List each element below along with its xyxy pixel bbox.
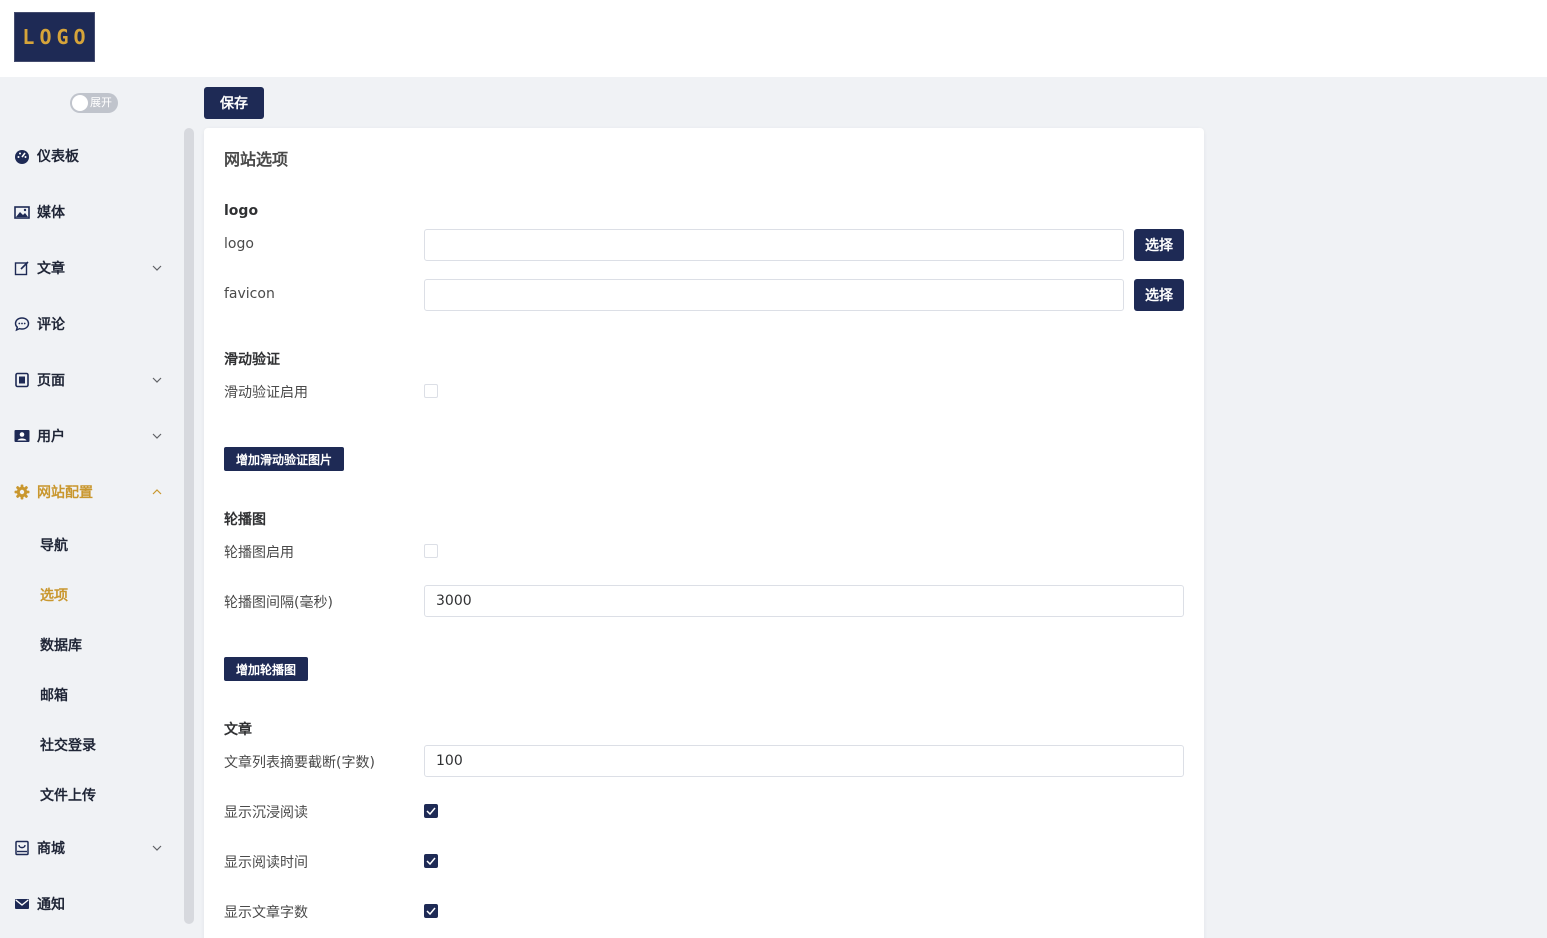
sidebar-item-label: 文章 <box>37 261 65 277</box>
sidebar-item-label: 网站配置 <box>37 485 93 501</box>
check-icon <box>426 807 436 815</box>
add-carousel-button[interactable]: 增加轮播图 <box>224 657 309 681</box>
immersive-reading-label: 显示沉浸阅读 <box>224 805 308 821</box>
toggle-knob <box>72 95 88 111</box>
sidebar-subitem-label: 数据库 <box>40 638 82 654</box>
carousel-interval-input[interactable]: 3000 <box>424 585 1184 617</box>
sidebar-expand-toggle[interactable]: 展开 <box>70 93 118 113</box>
sidebar-subitem-label: 邮箱 <box>40 688 68 704</box>
logo[interactable]: LOGO <box>14 12 95 62</box>
edit-icon <box>14 260 30 276</box>
dashboard-icon <box>14 148 30 164</box>
sidebar: 仪表板 媒体 文章 评论 页面 用户 网站配置 导航 选项 数据库 邮箱 社交登… <box>0 128 184 938</box>
sidebar-item-site-config[interactable]: 网站配置 <box>0 472 184 512</box>
comment-icon <box>14 316 30 332</box>
section-heading-article: 文章 <box>224 722 252 738</box>
section-heading-carousel: 轮播图 <box>224 512 266 528</box>
word-count-label: 显示文章字数 <box>224 905 308 921</box>
check-icon <box>426 907 436 915</box>
favicon-input[interactable] <box>424 279 1124 311</box>
sidebar-item-shop[interactable]: 商城 <box>0 828 184 868</box>
page-icon <box>14 372 30 388</box>
sidebar-scrollbar[interactable] <box>184 128 194 924</box>
sidebar-subitem-social-login[interactable]: 社交登录 <box>0 727 184 763</box>
word-count-checkbox[interactable] <box>424 904 438 918</box>
sidebar-item-notifications[interactable]: 通知 <box>0 884 184 924</box>
excerpt-length-label: 文章列表摘要截断(字数) <box>224 755 375 771</box>
gear-icon <box>14 484 30 500</box>
sidebar-subitem-label: 文件上传 <box>40 788 96 804</box>
reading-time-checkbox[interactable] <box>424 854 438 868</box>
mail-icon <box>14 896 30 912</box>
save-button[interactable]: 保存 <box>204 87 264 119</box>
sidebar-subitem-label: 社交登录 <box>40 738 96 754</box>
chevron-down-icon <box>151 842 163 854</box>
top-header: LOGO <box>0 0 1547 77</box>
add-slider-captcha-image-button[interactable]: 增加滑动验证图片 <box>224 447 345 471</box>
section-heading-logo: logo <box>224 203 259 219</box>
sidebar-item-label: 评论 <box>37 317 65 333</box>
chevron-up-icon <box>151 486 163 498</box>
sidebar-item-label: 页面 <box>37 373 65 389</box>
sidebar-subitem-file-upload[interactable]: 文件上传 <box>0 777 184 813</box>
logo-label: logo <box>224 236 254 252</box>
carousel-enable-label: 轮播图启用 <box>224 545 294 561</box>
immersive-reading-checkbox[interactable] <box>424 804 438 818</box>
logo-input[interactable] <box>424 229 1124 261</box>
toggle-label: 展开 <box>90 96 112 109</box>
chevron-down-icon <box>151 374 163 386</box>
check-icon <box>426 857 436 865</box>
sidebar-item-users[interactable]: 用户 <box>0 416 184 456</box>
section-heading-slider-captcha: 滑动验证 <box>224 352 280 368</box>
reading-time-label: 显示阅读时间 <box>224 855 308 871</box>
sidebar-item-pages[interactable]: 页面 <box>0 360 184 400</box>
sidebar-item-media[interactable]: 媒体 <box>0 192 184 232</box>
excerpt-length-input[interactable]: 100 <box>424 745 1184 777</box>
slider-captcha-enable-checkbox[interactable] <box>424 384 438 398</box>
image-icon <box>14 204 30 220</box>
sidebar-subitem-options[interactable]: 选项 <box>0 577 184 613</box>
logo-text: LOGO <box>22 25 91 49</box>
sidebar-item-label: 用户 <box>37 429 65 445</box>
favicon-label: favicon <box>224 286 275 302</box>
chevron-down-icon <box>151 262 163 274</box>
site-options-card: 网站选项 logo logo 选择 favicon 选择 滑动验证 滑动验证启用… <box>204 128 1204 938</box>
sidebar-item-articles[interactable]: 文章 <box>0 248 184 288</box>
sidebar-item-label: 通知 <box>37 897 65 913</box>
sidebar-item-label: 媒体 <box>37 205 65 221</box>
user-icon <box>14 428 30 444</box>
carousel-enable-checkbox[interactable] <box>424 544 438 558</box>
chevron-down-icon <box>151 430 163 442</box>
sidebar-subitem-mailbox[interactable]: 邮箱 <box>0 677 184 713</box>
sidebar-subitem-database[interactable]: 数据库 <box>0 627 184 663</box>
sidebar-item-label: 仪表板 <box>37 149 79 165</box>
page-title: 网站选项 <box>224 150 289 169</box>
slider-captcha-enable-label: 滑动验证启用 <box>224 385 308 401</box>
choose-logo-button[interactable]: 选择 <box>1134 229 1184 261</box>
sidebar-subitem-navigation[interactable]: 导航 <box>0 527 184 563</box>
carousel-interval-label: 轮播图间隔(毫秒) <box>224 595 333 611</box>
sidebar-item-dashboard[interactable]: 仪表板 <box>0 136 184 176</box>
sidebar-subitem-label: 导航 <box>40 538 68 554</box>
sidebar-item-label: 商城 <box>37 841 65 857</box>
sidebar-item-comments[interactable]: 评论 <box>0 304 184 344</box>
choose-favicon-button[interactable]: 选择 <box>1134 279 1184 311</box>
shop-icon <box>14 840 30 856</box>
sidebar-subitem-label: 选项 <box>40 588 68 604</box>
